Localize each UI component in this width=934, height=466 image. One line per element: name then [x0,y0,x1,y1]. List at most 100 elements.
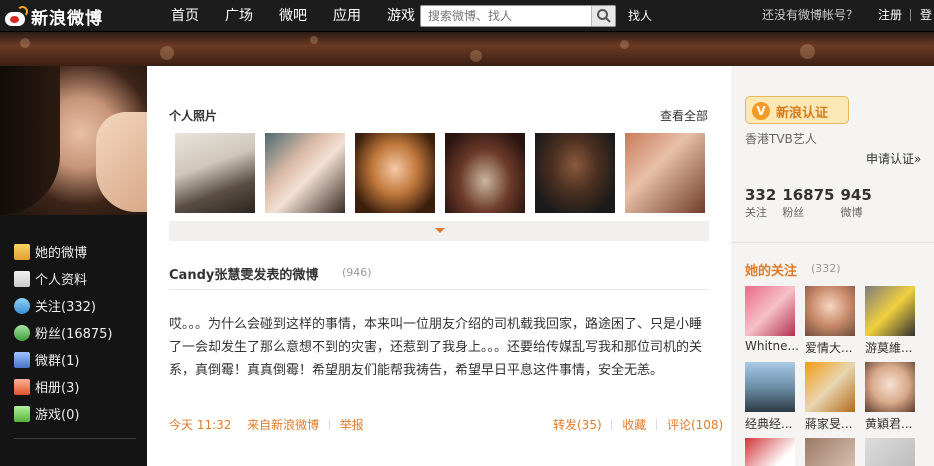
register-link[interactable]: 注册 [878,0,902,30]
divider [731,242,934,243]
post-source-link[interactable]: 来自新浪微博 [247,418,319,432]
menu-groups[interactable]: 微群(1) [14,346,139,373]
profile-avatar[interactable] [0,66,147,215]
search-icon [597,9,611,23]
photo-strip [175,133,715,213]
verified-description: 香港TVB艺人 [745,132,817,146]
post-actions: 转发(35) 收藏 评论(108) [553,416,723,433]
search-box [420,5,616,27]
following-name: 游莫維... [865,341,913,355]
report-link[interactable]: 举报 [340,418,364,432]
login-link[interactable]: 登 [920,0,932,30]
search-input[interactable] [421,6,591,26]
following-user[interactable]: 游莫維... [865,286,915,356]
following-title: 她的关注 [745,264,798,279]
stat-following[interactable]: 332 关注 [745,186,776,220]
menu-her-weibo[interactable]: 她的微博 [14,238,139,265]
avatar [865,362,915,412]
fans-icon [14,324,30,341]
photo-thumbnail[interactable] [445,133,525,213]
see-all-photos-link[interactable]: 查看全部 [660,107,708,124]
avatar [745,438,795,466]
nav-square[interactable]: 广场 [214,0,264,32]
menu-albums[interactable]: 相册(3) [14,373,139,400]
menu-fans[interactable]: 粉丝(16875) [14,319,139,346]
nav-home[interactable]: 首页 [160,0,210,32]
menu-label: 微群(1) [35,354,80,369]
verified-badge[interactable]: V 新浪认证 [745,96,849,124]
photo-thumbnail[interactable] [355,133,435,213]
following-user[interactable]: 蔣家旻... [805,362,855,432]
right-sidebar: V 新浪认证 香港TVB艺人 申请认证» 332 关注 16875 粉丝 945… [731,66,934,466]
following-user[interactable]: 经典经... [745,362,795,432]
divider [328,419,330,430]
left-sidebar: 她的微博 个人资料 关注(332) 粉丝(16875) 微群(1) 相册(3) … [0,66,147,466]
menu-games[interactable]: 游戏(0) [14,400,139,427]
verified-label: 新浪认证 [776,106,829,121]
following-user[interactable] [745,438,795,466]
comment-link[interactable]: 评论(108) [667,418,723,432]
favorite-link[interactable]: 收藏 [622,418,646,432]
follow-icon [14,297,30,314]
avatar [805,286,855,336]
photos-title: 个人照片 [169,109,218,123]
menu-label: 关注(332) [35,300,96,315]
top-navigation-bar: 新浪微博 首页 广场 微吧 应用 游戏 找人 还没有微博帐号？ 注册 登 [0,0,934,32]
find-people-link[interactable]: 找人 [628,0,652,32]
avatar [865,438,915,466]
group-icon [14,351,30,368]
menu-profile[interactable]: 个人资料 [14,265,139,292]
photo-thumbnail[interactable] [535,133,615,213]
logo-text: 新浪微博 [31,8,103,29]
divider [169,289,709,290]
nav-apps[interactable]: 应用 [322,0,372,32]
photo-thumbnail[interactable] [625,133,705,213]
game-icon [14,405,30,422]
apply-verification-link[interactable]: 申请认证» [866,150,921,167]
menu-label: 游戏(0) [35,408,80,423]
menu-label: 粉丝(16875) [35,327,113,342]
search-button[interactable] [591,6,615,26]
main-content: 个人照片 查看全部 Candy张慧雯发表的微博 (946) 哎。。。为什么会碰到… [147,66,731,466]
following-name: 黄穎君... [865,417,913,431]
following-user[interactable]: 黄穎君... [865,362,915,432]
photo-thumbnail[interactable] [175,133,255,213]
following-name: 爱情大... [805,341,853,355]
divider [14,438,136,439]
divider [656,419,658,430]
repost-link[interactable]: 转发(35) [553,418,602,432]
home-icon [14,243,30,260]
avatar [805,362,855,412]
menu-label: 个人资料 [35,273,88,288]
profile-stats: 332 关注 16875 粉丝 945 微博 [745,186,878,220]
main-nav: 首页 广场 微吧 应用 游戏 [160,0,430,32]
weibo-eye-icon [4,6,28,26]
menu-label: 她的微博 [35,246,88,261]
nav-weiba[interactable]: 微吧 [268,0,318,32]
divider [611,419,613,430]
following-name: 蔣家旻... [805,417,853,431]
avatar [745,286,795,336]
following-user[interactable]: Whitne... [745,286,799,353]
stat-number: 16875 [782,186,835,204]
following-user[interactable] [865,438,915,466]
divider [910,9,911,21]
stat-label: 关注 [745,206,767,219]
nav-games[interactable]: 游戏 [376,0,426,32]
stat-fans[interactable]: 16875 粉丝 [782,186,834,220]
post-meta: 今天 11:32 来自新浪微博 举报 [169,416,364,433]
stat-weibo[interactable]: 945 微博 [841,186,872,220]
following-name: 经典经... [745,417,793,431]
following-user[interactable]: 爱情大... [805,286,855,356]
menu-following[interactable]: 关注(332) [14,292,139,319]
stat-label: 粉丝 [782,206,805,219]
avatar [745,362,795,412]
album-icon [14,378,30,395]
menu-label: 相册(3) [35,381,80,396]
photo-thumbnail[interactable] [265,133,345,213]
chevron-down-icon [435,228,445,233]
post-time-link[interactable]: 今天 11:32 [169,418,231,432]
following-user[interactable] [805,438,855,466]
sina-weibo-logo[interactable]: 新浪微博 [4,4,103,29]
expand-photos-toggle[interactable] [169,221,709,241]
